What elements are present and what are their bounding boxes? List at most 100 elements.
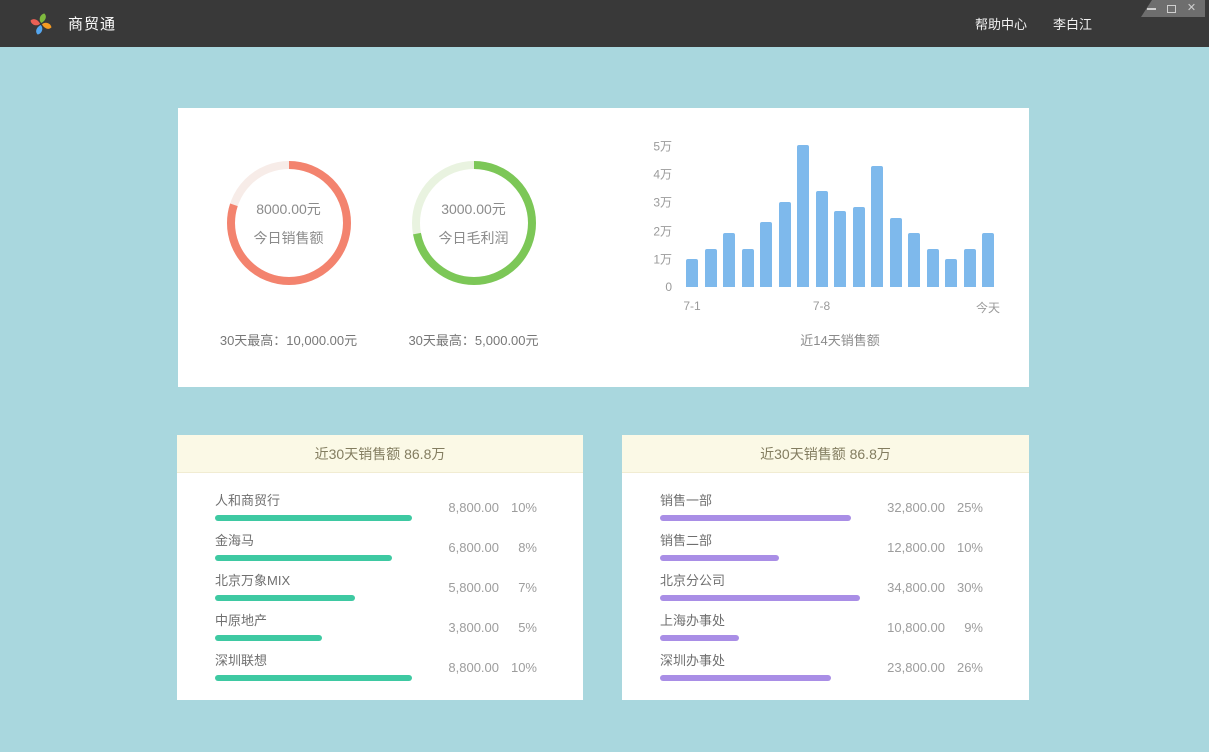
item-name: 北京分公司: [660, 573, 860, 589]
today-sales-donut-center: 8000.00元 今日销售额: [224, 158, 354, 288]
item-percent: 9%: [945, 620, 983, 635]
close-icon[interactable]: ✕: [1186, 3, 1197, 14]
list-item: 人和商贸行 8,800.0010%: [215, 493, 537, 521]
list-item: 销售一部 32,800.0025%: [660, 493, 983, 521]
item-percent: 10%: [945, 540, 983, 555]
window-controls: ✕: [1141, 0, 1205, 17]
item-percent: 30%: [945, 580, 983, 595]
today-sales-label: 今日销售额: [254, 228, 324, 248]
list-item: 深圳办事处23,800.0026%: [660, 653, 983, 681]
user-menu[interactable]: 李白江: [1053, 14, 1092, 33]
chart-bar: [779, 202, 791, 287]
today-sales-kpi: 8000.00元 今日销售额 30天最高：10,000.00元: [196, 108, 381, 387]
card-body: 销售一部 32,800.0025% 销售二部 12,800.0010% 北京分公司 34,…: [622, 473, 1029, 681]
list-item: 销售二部 12,800.0010%: [660, 533, 983, 561]
chart-bar: [927, 249, 939, 287]
item-bar: [215, 555, 392, 561]
item-bar: [215, 595, 355, 601]
list-item: 中原地产 3,800.005%: [215, 613, 537, 641]
customers-card-header: 近30天销售额 86.8万: [177, 435, 583, 473]
app-title: 商贸通: [68, 13, 116, 34]
departments-sales-card: 近30天销售额 86.8万 销售一部 32,800.0025% 销售二部 12,800…: [622, 435, 1029, 700]
item-name: 销售二部: [660, 533, 857, 549]
chart-bar: [871, 166, 883, 287]
chart-bar: [964, 249, 976, 287]
item-value: 8,800.00: [420, 660, 499, 675]
item-value: 5,800.00: [419, 580, 499, 595]
today-profit-label: 今日毛利润: [439, 228, 509, 248]
y-tick-label: 2万: [653, 223, 672, 240]
item-percent: 5%: [499, 620, 537, 635]
titlebar-right: 帮助中心 李白江: [975, 0, 1092, 47]
list-item: 北京万象MIX 5,800.007%: [215, 573, 537, 601]
chart-bar: [760, 222, 772, 287]
list-item: 上海办事处 10,800.009%: [660, 613, 983, 641]
brand-wrap: 商贸通: [28, 11, 116, 37]
item-value: 6,800.00: [419, 540, 499, 555]
x-tick-label: 今天: [976, 299, 1000, 316]
sales-14day-chart: 0 1万 2万 3万 4万 5万 7-1 7-8 今天 近14天销售额: [638, 135, 1018, 375]
item-bar: [660, 595, 860, 601]
item-value: 34,800.00: [868, 580, 945, 595]
minimize-icon[interactable]: [1146, 3, 1157, 14]
item-value: 3,800.00: [419, 620, 499, 635]
item-bar: [215, 635, 322, 641]
item-bar: [215, 515, 412, 521]
y-tick-label: 4万: [653, 166, 672, 183]
departments-card-header: 近30天销售额 86.8万: [622, 435, 1029, 473]
item-percent: 25%: [945, 500, 983, 515]
item-value: 10,800.00: [865, 620, 945, 635]
y-tick-label: 3万: [653, 194, 672, 211]
chart-bar: [723, 233, 735, 287]
item-percent: 10%: [499, 500, 537, 515]
y-tick-label: 5万: [653, 138, 672, 155]
item-percent: 8%: [499, 540, 537, 555]
profit-30day-max-note: 30天最高：5,000.00元: [381, 330, 566, 349]
chart-caption: 近14天销售额: [686, 330, 994, 349]
chart-bar: [705, 249, 717, 287]
chart-bar: [982, 233, 994, 287]
chart-bar: [908, 233, 920, 287]
today-profit-value: 3000.00元: [441, 199, 506, 219]
item-name: 深圳联想: [215, 653, 412, 669]
help-center-link[interactable]: 帮助中心: [975, 14, 1027, 33]
chart-bar: [890, 218, 902, 287]
item-value: 32,800.00: [865, 500, 945, 515]
chart-bar: [686, 259, 698, 287]
item-bar: [660, 515, 851, 521]
x-tick-label: 7-1: [683, 299, 700, 313]
item-bar: [215, 675, 412, 681]
chart-bar: [742, 249, 754, 287]
today-profit-donut: 3000.00元 今日毛利润: [409, 158, 539, 288]
today-sales-donut: 8000.00元 今日销售额: [224, 158, 354, 288]
chart-bar: [853, 207, 865, 287]
item-value: 12,800.00: [865, 540, 945, 555]
x-tick-label: 7-8: [813, 299, 830, 313]
maximize-icon[interactable]: [1166, 3, 1177, 14]
y-tick-label: 0: [665, 280, 672, 294]
item-value: 8,800.00: [420, 500, 499, 515]
chart-bar: [797, 145, 809, 287]
item-percent: 7%: [499, 580, 537, 595]
pinwheel-logo-icon: [28, 11, 54, 37]
titlebar: 商贸通 帮助中心 李白江 ✕: [0, 0, 1209, 47]
item-bar: [660, 675, 831, 681]
card-body: 人和商贸行8,800.0010%金海马6,800.008%北京万象MIX5,80…: [177, 473, 583, 681]
sales-30day-max-note: 30天最高：10,000.00元: [196, 330, 381, 349]
item-percent: 10%: [499, 660, 537, 675]
y-tick-label: 1万: [653, 251, 672, 268]
kpi-summary-card: 8000.00元 今日销售额 30天最高：10,000.00元 3000.00元…: [178, 108, 1029, 387]
item-name: 深圳办事处: [660, 653, 857, 669]
list-item: 北京分公司 34,800.0030%: [660, 573, 983, 601]
item-name: 中原地产: [215, 613, 411, 629]
item-name: 北京万象MIX: [215, 573, 411, 589]
item-name: 上海办事处: [660, 613, 857, 629]
chart-bar: [816, 191, 828, 287]
item-name: 销售一部: [660, 493, 857, 509]
item-name: 人和商贸行: [215, 493, 412, 509]
list-item: 深圳联想 8,800.0010%: [215, 653, 537, 681]
today-profit-kpi: 3000.00元 今日毛利润 30天最高：5,000.00元: [381, 108, 566, 387]
list-item: 金海马6,800.008%: [215, 533, 537, 561]
item-bar: [660, 555, 779, 561]
bar-plot: [686, 135, 994, 287]
